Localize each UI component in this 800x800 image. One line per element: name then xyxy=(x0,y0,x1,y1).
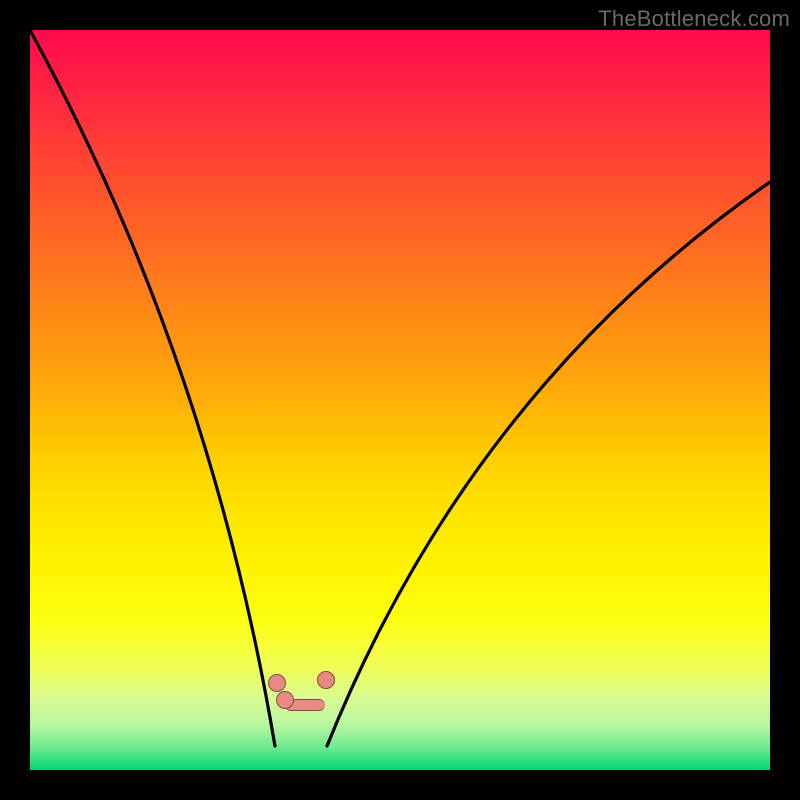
chart-frame: TheBottleneck.com xyxy=(0,0,800,800)
highlight-marker xyxy=(317,671,335,689)
highlight-marker xyxy=(268,674,286,692)
watermark-text: TheBottleneck.com xyxy=(598,6,790,32)
plot-area xyxy=(30,30,770,770)
highlight-marker xyxy=(276,691,294,709)
curve-layer xyxy=(30,30,770,770)
left-curve xyxy=(30,30,275,746)
right-curve xyxy=(327,182,770,746)
